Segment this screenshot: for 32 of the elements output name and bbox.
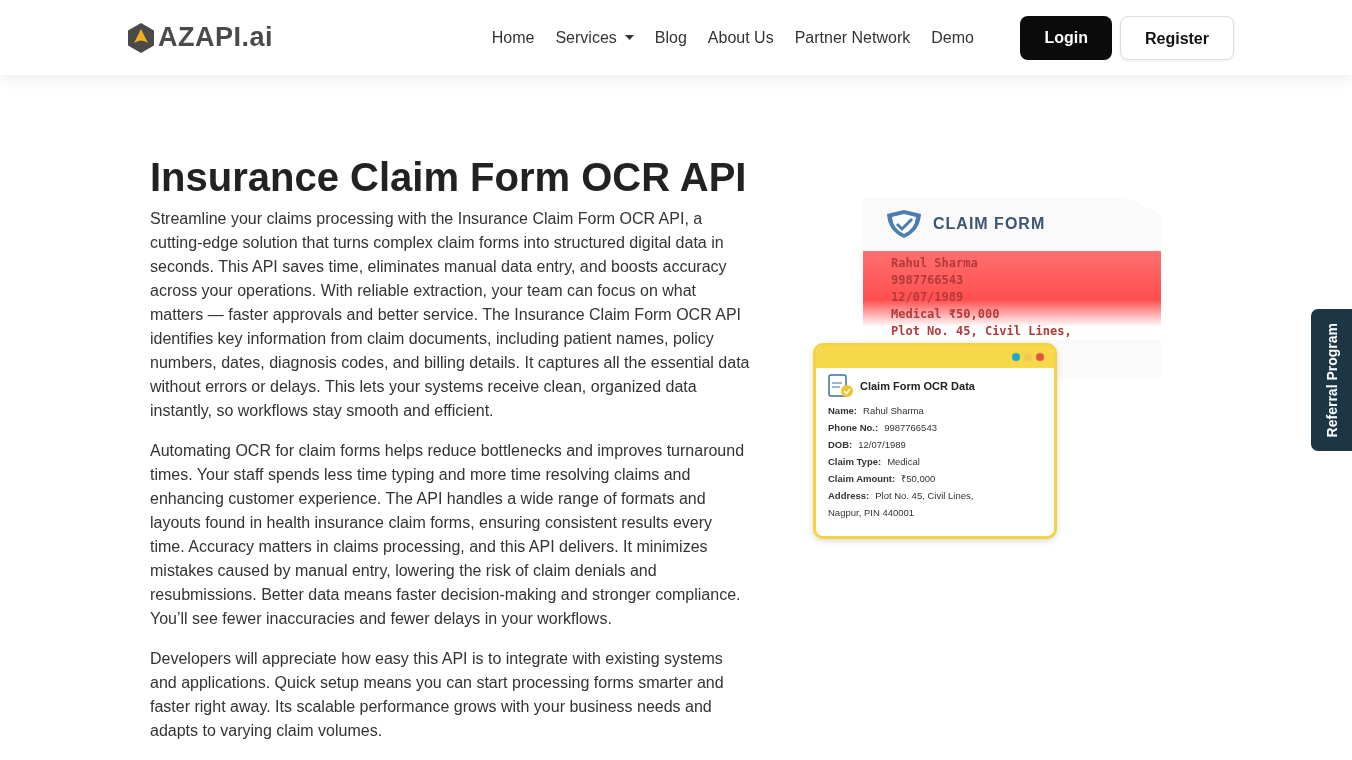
- nav-link[interactable]: Demo: [920, 20, 985, 55]
- data-field: Phone No.: 9987766543: [816, 419, 1054, 436]
- login-button[interactable]: Login: [1020, 15, 1112, 60]
- form-line: Rahul Sharma: [891, 255, 979, 272]
- nav-link[interactable]: About Us: [697, 20, 785, 55]
- data-field: Name: Rahul Sharma: [816, 402, 1054, 419]
- form-line: Medical ₹50,000: [891, 306, 1001, 323]
- form-line: Plot No. 45, Civil Lines,: [891, 323, 1073, 340]
- paragraph: Developers will appreciate how easy this API is to integrate with existing systems and applications. Quick setup means you can start processing forms smarter and faster right away. Its scalable performance grows with your business needs and adapts to varying claim volumes.: [150, 649, 725, 741]
- data-field: Claim Amount: ₹50,000: [816, 470, 1054, 487]
- nav-link[interactable]: Home: [481, 20, 545, 55]
- form-title: CLAIM FORM: [933, 215, 1046, 233]
- nav-link[interactable]: Partner Network: [784, 20, 921, 55]
- shield-check-icon: [885, 209, 923, 239]
- register-button[interactable]: Register: [1119, 15, 1234, 60]
- logo-text[interactable]: AZAPI.ai: [158, 22, 274, 53]
- card-title: Claim Form OCR Data: [860, 380, 975, 392]
- paragraph: Automating OCR for claim forms helps reduce bottlenecks and improves turnaround times. Your staff spends less time typing and more time resolving claims and enhancing customer experience. The API handles a wide range of formats and layouts found in health insurance claim forms, ensuring consistent results every time. Accuracy matters in claims processing, and this API delivers. It minimizes mistakes caused by manual entry, lowering the risk of claim denials and resubmissions. Better data means faster decision-making and stronger compliance. You’ll see fewer inaccuracies and fewer delays in your workflows.: [150, 441, 746, 629]
- ocr-document-icon: [828, 374, 854, 398]
- paragraph: Streamline your claims processing with the Insurance Claim Form OCR API, a cutting-edge solution that turns complex claim forms into structured digital data in seconds. This API saves time, eliminates manual data entry, and boosts accuracy across your operations. With reliable extraction, your team can focus on what matters — faster approvals and better service. The Insurance Claim Form OCR API identifies key information from claim documents, including patient names, policy numbers, dates, diagnosis codes, and billing details. It captures all the essential data without errors or delays. This lets your systems receive clean, organized data instantly, so workflows stay smooth and efficient.: [150, 209, 751, 421]
- nav-link[interactable]: Services: [544, 20, 645, 55]
- form-line: 12/07/1989: [891, 289, 965, 306]
- data-field: DOB: 12/07/1989: [816, 436, 1054, 453]
- data-field: Claim Type: Medical: [816, 453, 1054, 470]
- nav-link[interactable]: Blog: [644, 20, 698, 55]
- referral-program-tab[interactable]: Referral Program: [1311, 309, 1352, 451]
- data-field: Address: Plot No. 45, Civil Lines,: [816, 487, 1054, 504]
- page-title: Insurance Claim Form OCR API: [150, 154, 748, 201]
- caret-icon: [624, 35, 634, 40]
- logo-icon: [128, 22, 154, 53]
- form-line: 9987766543: [891, 272, 965, 289]
- data-field: Nagpur, PIN 440001: [816, 504, 1054, 521]
